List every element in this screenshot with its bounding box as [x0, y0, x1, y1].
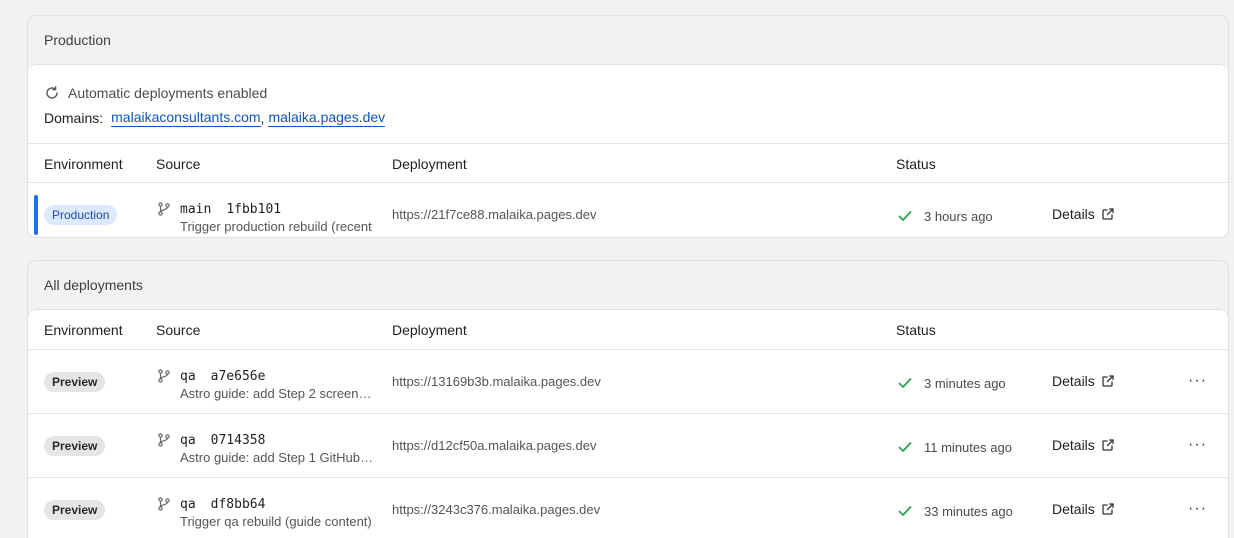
domain-link-pages[interactable]: malaika.pages.dev [268, 109, 386, 127]
col-status: Status [896, 156, 936, 172]
domain-link-primary[interactable]: malaikaconsultants.com [111, 109, 261, 127]
production-table-header: Environment Source Deployment Status [28, 143, 1228, 183]
col-source: Source [156, 322, 201, 338]
all-table-header: Environment Source Deployment Status [28, 310, 1228, 350]
col-deployment: Deployment [392, 156, 467, 172]
deployment-url[interactable]: https://d12cf50a.malaika.pages.dev [392, 438, 597, 453]
auto-deploy-label: Automatic deployments enabled [68, 85, 268, 101]
details-link[interactable]: Details [1052, 206, 1115, 222]
auto-deploy-status: Automatic deployments enabled [28, 65, 1228, 103]
production-card-title: Production [44, 32, 111, 48]
check-icon [898, 506, 912, 516]
commit-hash: df8bb64 [210, 496, 266, 512]
branch-name: qa [180, 432, 196, 448]
environment-badge: Production [44, 205, 118, 225]
check-icon [898, 211, 912, 221]
deployment-url[interactable]: https://3243c376.malaika.pages.dev [392, 502, 600, 517]
all-deployments-card: All deployments Environment Source Deplo… [27, 260, 1229, 538]
status-cell: 3 minutes ago [896, 374, 1006, 392]
status-cell: 3 hours ago [896, 207, 993, 225]
details-link[interactable]: Details [1052, 437, 1115, 453]
col-deployment: Deployment [392, 322, 467, 338]
git-branch-icon [158, 369, 170, 383]
status-time: 3 minutes ago [924, 375, 1006, 391]
status-cell: 11 minutes ago [896, 438, 1012, 456]
external-link-icon [1102, 439, 1114, 451]
check-icon [898, 378, 912, 388]
col-environment: Environment [44, 156, 123, 172]
environment-badge: Preview [44, 436, 106, 456]
commit-hash: 0714358 [210, 432, 266, 448]
environment-badge: Preview [44, 500, 106, 520]
more-horizontal-icon[interactable]: ··· [1188, 500, 1207, 518]
commit-hash: a7e656e [210, 368, 266, 384]
external-link-icon [1102, 375, 1114, 387]
domains-row: Domains: malaikaconsultants.com , malaik… [28, 103, 1228, 133]
deployment-url[interactable]: https://21f7ce88.malaika.pages.dev [392, 207, 597, 222]
details-label: Details [1052, 501, 1095, 517]
environment-badge: Preview [44, 372, 106, 392]
production-deployment-row: Production main 1fbb101 Trigger productio… [28, 183, 1228, 237]
status-time: 33 minutes ago [924, 503, 1013, 519]
details-label: Details [1052, 373, 1095, 389]
details-link[interactable]: Details [1052, 501, 1115, 517]
commit-message: Trigger qa rebuild (guide content) [180, 514, 372, 529]
status-cell: 33 minutes ago [896, 502, 1013, 520]
more-horizontal-icon[interactable]: ··· [1188, 436, 1207, 454]
col-status: Status [896, 322, 936, 338]
table-row: Preview qa df8bb64 Trigger qa rebuild (gu… [28, 478, 1228, 538]
status-time: 11 minutes ago [924, 439, 1012, 455]
all-deployments-body: Environment Source Deployment Status Pre… [28, 309, 1228, 538]
deployment-url[interactable]: https://13169b3b.malaika.pages.dev [392, 374, 601, 389]
check-icon [898, 442, 912, 452]
domains-separator: , [260, 110, 265, 126]
all-deployments-title: All deployments [44, 277, 143, 293]
production-card: Production Automatic deployments enabled… [27, 15, 1229, 238]
status-time: 3 hours ago [924, 208, 993, 224]
branch-name: qa [180, 496, 196, 512]
col-environment: Environment [44, 322, 123, 338]
more-horizontal-icon[interactable]: ··· [1188, 372, 1207, 390]
table-row: Preview qa 0714358 Astro guide: add Step … [28, 414, 1228, 478]
git-branch-icon [158, 202, 170, 216]
branch-name: qa [180, 368, 196, 384]
production-card-body: Automatic deployments enabled Domains: m… [28, 64, 1228, 237]
source-cell: qa df8bb64 Trigger qa rebuild (guide cont… [156, 496, 376, 529]
commit-message: Astro guide: add Step 2 screenshots [180, 386, 376, 401]
external-link-icon [1102, 503, 1114, 515]
source-cell: qa 0714358 Astro guide: add Step 1 GitHub… [156, 432, 376, 465]
source-cell: qa a7e656e Astro guide: add Step 2 screen… [156, 368, 376, 401]
commit-hash: 1fbb101 [226, 201, 282, 217]
table-row: Preview qa a7e656e Astro guide: add Step … [28, 350, 1228, 414]
details-label: Details [1052, 437, 1095, 453]
branch-name: main [180, 201, 212, 217]
domains-label: Domains: [44, 110, 104, 126]
commit-message: Trigger production rebuild (recent [180, 219, 372, 234]
refresh-icon [46, 86, 58, 99]
git-branch-icon [158, 433, 170, 447]
details-label: Details [1052, 206, 1095, 222]
commit-message: Astro guide: add Step 1 GitHub images [180, 450, 376, 465]
col-source: Source [156, 156, 201, 172]
git-branch-icon [158, 497, 170, 511]
source-cell: main 1fbb101 Trigger production rebuild (… [156, 201, 376, 234]
external-link-icon [1102, 208, 1114, 220]
production-indicator-bar [34, 195, 38, 235]
details-link[interactable]: Details [1052, 373, 1115, 389]
